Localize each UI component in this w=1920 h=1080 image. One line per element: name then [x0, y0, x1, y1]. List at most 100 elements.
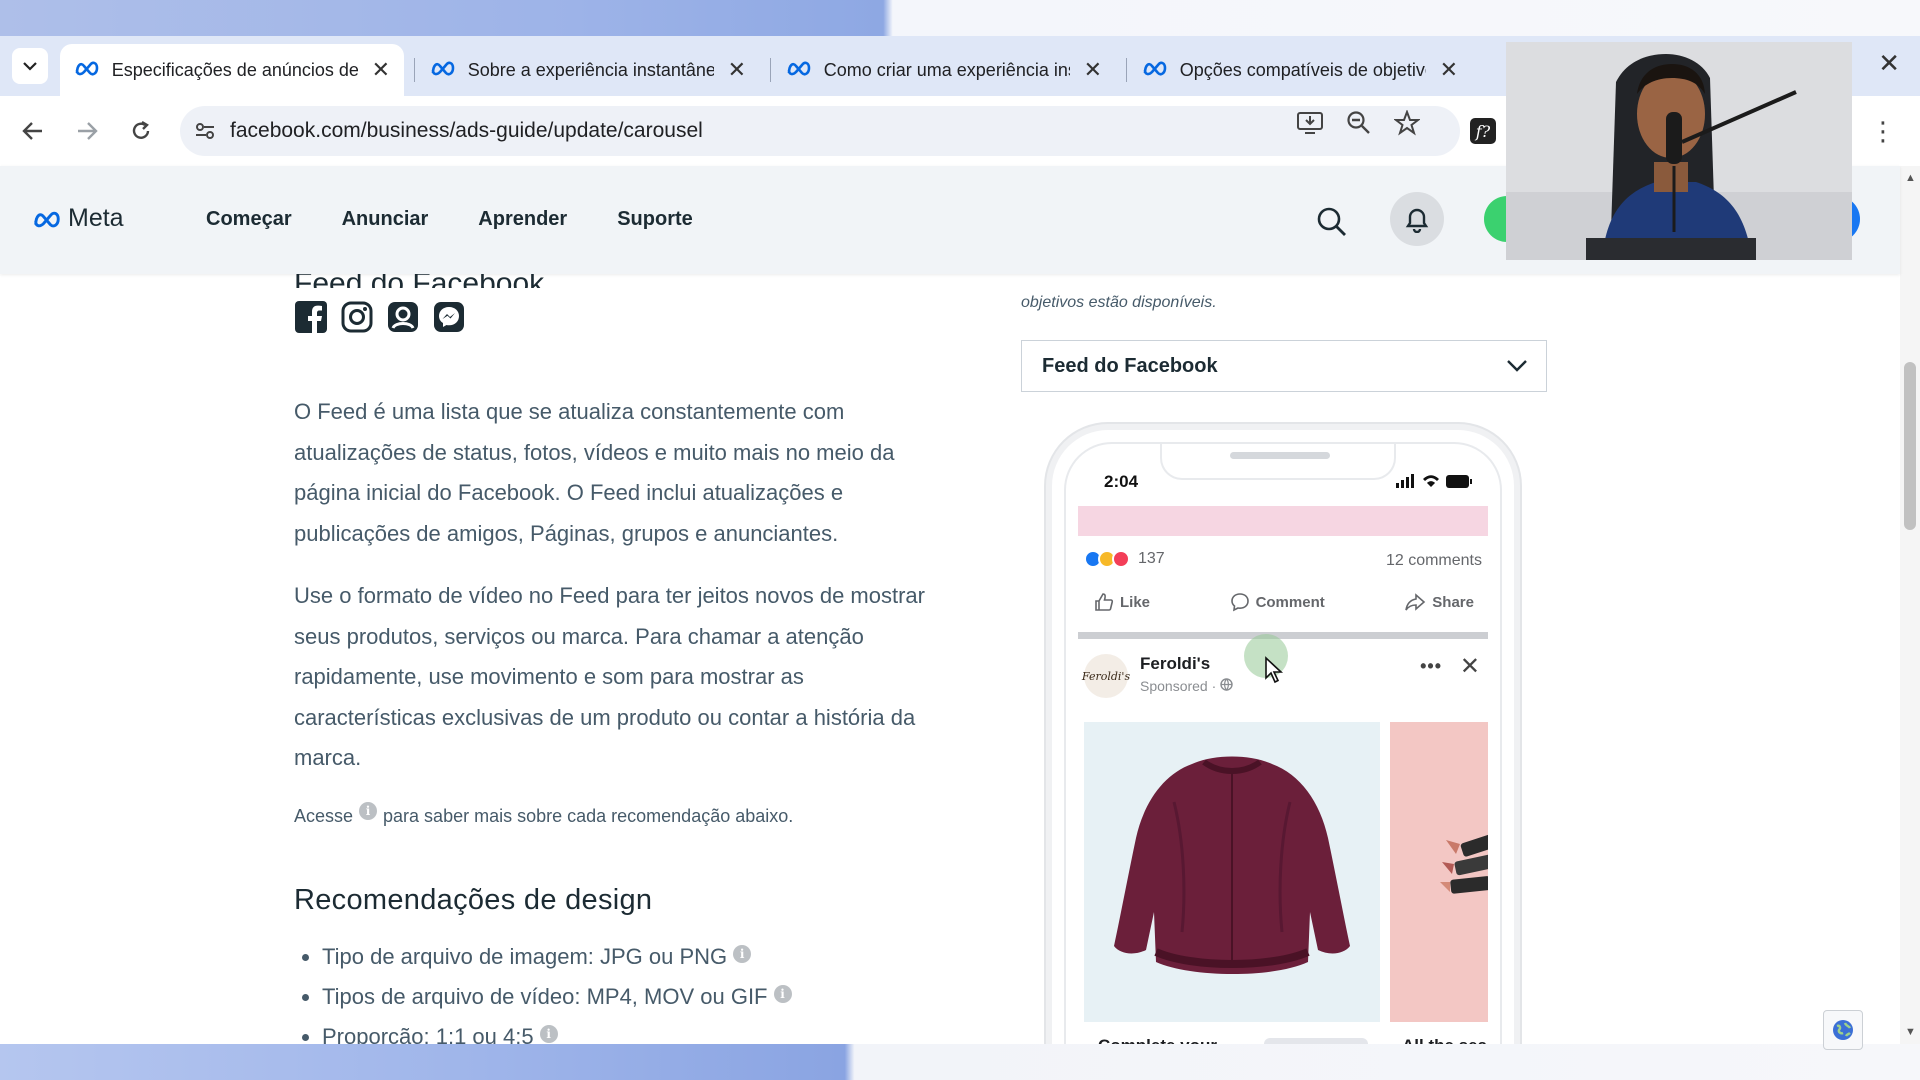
thumbs-up-icon [1095, 593, 1114, 611]
nav-suporte[interactable]: Suporte [617, 208, 693, 231]
search-icon [1317, 207, 1346, 236]
site-search-button[interactable] [1316, 206, 1348, 243]
like-action[interactable]: Like [1094, 592, 1150, 612]
phone-notch [1160, 444, 1396, 480]
bookmark-star-icon[interactable] [1393, 109, 1421, 141]
list-item: Tipos de arquivo de vídeo: MP4, MOV ou G… [322, 980, 798, 1020]
globe-icon [1220, 678, 1233, 691]
extension-icon[interactable]: f? [1470, 118, 1496, 144]
tab-title: Sobre a experiência instantânea [467, 59, 714, 80]
desktop-wallpaper-top [0, 0, 1920, 36]
platform-icons [294, 300, 466, 334]
tab-sobre-experiencia[interactable]: Sobre a experiência instantânea ✕ [416, 44, 760, 96]
page-avatar[interactable]: Feroldi's [1082, 654, 1130, 698]
close-icon[interactable]: ✕ [1084, 57, 1102, 83]
love-reaction-icon [1112, 550, 1130, 568]
design-item-video-type: Tipos de arquivo de vídeo: MP4, MOV ou G… [322, 984, 768, 1009]
comment-label: Comment [1255, 593, 1325, 611]
page-name[interactable]: Feroldi's [1140, 654, 1210, 674]
info-icon[interactable]: i [733, 945, 752, 963]
tab-title: Opções compatíveis de objetivo [1179, 59, 1426, 80]
note-prefix: Acesse [294, 806, 354, 826]
comment-action[interactable]: Comment [1230, 592, 1325, 612]
mouse-pointer-icon [1264, 656, 1284, 689]
placement-dropdown-value: Feed do Facebook [1042, 354, 1218, 377]
page-scrollbar[interactable]: ▲ ▼ [1900, 166, 1920, 1044]
nav-anunciar[interactable]: Anunciar [342, 208, 429, 231]
share-action[interactable]: Share [1404, 592, 1474, 612]
feed-divider [1078, 632, 1488, 639]
forward-button[interactable] [70, 114, 104, 148]
nav-aprender[interactable]: Aprender [478, 208, 567, 231]
arrow-right-icon [78, 122, 98, 140]
close-icon[interactable]: ✕ [372, 57, 390, 83]
site-nav: Começar Anunciar Aprender Suporte [206, 208, 693, 231]
list-item: Tipo de arquivo de imagem: JPG ou PNG i [322, 940, 798, 980]
recommendation-note: Acesse i para saber mais sobre cada reco… [294, 801, 793, 827]
translate-button[interactable] [1823, 1010, 1863, 1050]
sponsored-label: Sponsored · [1140, 678, 1233, 694]
instagram-icon [340, 300, 374, 334]
speaker-bar [1230, 452, 1330, 459]
meta-logo[interactable]: Meta [32, 204, 124, 233]
more-options-icon[interactable]: ••• [1420, 656, 1442, 677]
carousel-card-2[interactable]: All the sea [1390, 722, 1488, 1064]
like-label: Like [1120, 593, 1151, 611]
share-label: Share [1432, 593, 1474, 611]
zoom-out-icon[interactable] [1346, 110, 1372, 141]
address-bar[interactable]: facebook.com/business/ads-guide/update/c… [180, 106, 1460, 156]
window-close-icon[interactable]: ✕ [1878, 48, 1900, 79]
info-icon[interactable]: i [539, 1025, 558, 1043]
post-actions: Like Comment Share [1094, 592, 1474, 612]
arrow-left-icon [22, 122, 42, 140]
site-settings-icon[interactable] [180, 122, 230, 140]
browser-menu-icon[interactable]: ⋮ [1870, 116, 1896, 147]
tab-title: Como criar uma experiência ins [823, 59, 1070, 80]
tab-especificacoes[interactable]: Especificações de anúncios de c ✕ [60, 44, 404, 96]
info-icon[interactable]: i [773, 985, 792, 1003]
messenger-icon [432, 300, 466, 334]
back-button[interactable] [16, 114, 50, 148]
tab-separator [1126, 58, 1127, 82]
nav-comecar[interactable]: Começar [206, 208, 292, 231]
carousel-card-1[interactable]: Complete your Shop now [1084, 722, 1380, 1064]
tab-separator [770, 58, 771, 82]
url-text: facebook.com/business/ads-guide/update/c… [230, 119, 703, 142]
close-icon[interactable]: ✕ [728, 57, 746, 83]
chevron-down-icon [1507, 360, 1527, 372]
webcam-overlay [1506, 42, 1852, 260]
status-icons [1396, 474, 1472, 488]
tab-como-criar[interactable]: Como criar uma experiência ins ✕ [772, 44, 1116, 96]
globe-icon [1833, 1020, 1853, 1040]
bell-icon [1405, 208, 1429, 233]
meta-favicon-icon [430, 60, 458, 81]
status-time: 2:04 [1104, 472, 1139, 491]
previous-post-strip [1078, 506, 1488, 536]
tab-opcoes-compativeis[interactable]: Opções compatíveis de objetivo ✕ [1128, 44, 1472, 96]
lipstick-product-image [1440, 832, 1488, 894]
reload-button[interactable] [124, 114, 158, 148]
close-icon[interactable]: ✕ [1460, 652, 1480, 681]
tab-separator [414, 58, 415, 82]
phone-screen: 2:04 137 12 comments Like Comment Share … [1064, 442, 1502, 1064]
close-icon[interactable]: ✕ [1440, 57, 1458, 83]
sponsored-text: Sponsored · [1140, 678, 1217, 694]
info-icon[interactable]: i [359, 801, 378, 820]
design-recommendations-list: Tipo de arquivo de imagem: JPG ou PNG i T… [322, 940, 798, 1060]
scrollbar-thumb[interactable] [1904, 362, 1916, 530]
install-app-icon[interactable] [1296, 110, 1324, 141]
placement-dropdown[interactable]: Feed do Facebook [1021, 340, 1547, 392]
phone-preview: 2:04 137 12 comments Like Comment Share … [1046, 424, 1520, 1064]
feed-description: O Feed é uma lista que se atualiza const… [294, 399, 895, 546]
scroll-down-arrow-icon[interactable]: ▼ [1905, 1026, 1916, 1038]
share-arrow-icon [1405, 593, 1426, 611]
design-recommendations-heading: Recomendações de design [294, 884, 653, 916]
comment-bubble-icon [1230, 593, 1249, 612]
notifications-button[interactable] [1390, 192, 1444, 246]
meta-favicon-icon [74, 60, 102, 81]
scroll-up-arrow-icon[interactable]: ▲ [1905, 172, 1916, 184]
comments-count: 12 comments [1385, 552, 1482, 569]
tab-search-button[interactable] [12, 48, 48, 84]
design-item-image-type: Tipo de arquivo de imagem: JPG ou PNG [322, 944, 728, 969]
video-description: Use o formato de vídeo no Feed para ter … [294, 583, 925, 770]
